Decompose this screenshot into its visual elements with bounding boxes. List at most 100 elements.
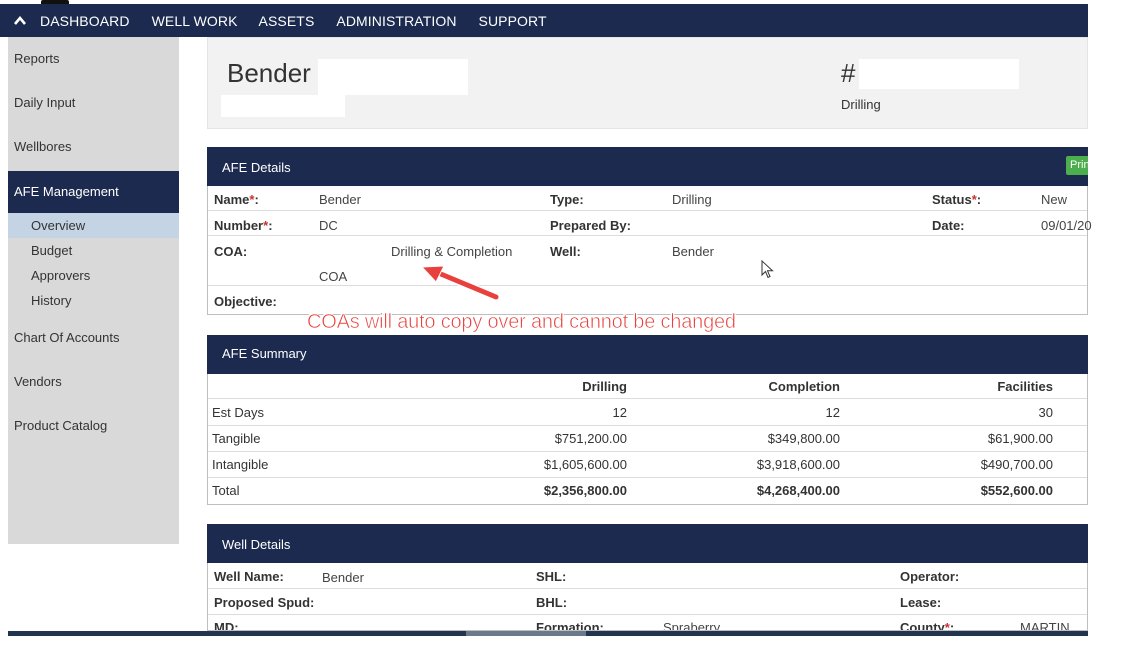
nav-well-work[interactable]: WELL WORK <box>152 13 238 29</box>
name-value: Bender <box>319 192 361 207</box>
formation-label: Formation: <box>536 620 604 631</box>
table-cell: $4,268,400.00 <box>756 483 840 498</box>
sidebar-item-chart-of-accounts[interactable]: Chart Of Accounts <box>14 330 120 345</box>
sidebar-item-vendors[interactable]: Vendors <box>14 374 62 389</box>
table-cell: $3,918,600.00 <box>756 457 840 472</box>
nav-support[interactable]: SUPPORT <box>479 13 547 29</box>
shl-label: SHL: <box>536 569 567 584</box>
panel-title: AFE Summary <box>222 346 307 361</box>
sidebar-item-label: AFE Management <box>14 184 119 199</box>
name-label: Name*: <box>214 192 259 207</box>
afe-type-subtitle: Drilling <box>841 97 881 112</box>
horizontal-scrollbar[interactable] <box>8 631 1088 636</box>
row-divider <box>208 210 1087 211</box>
table-cell: 30 <box>1038 405 1053 420</box>
row-divider <box>208 398 1087 399</box>
collapse-caret-icon[interactable] <box>0 16 40 25</box>
row-divider <box>208 285 1087 286</box>
objective-label: Objective: <box>214 294 277 309</box>
table-row-label: Tangible <box>212 431 261 446</box>
table-row-label: Total <box>212 483 240 498</box>
date-value: 09/01/20 <box>1041 218 1092 233</box>
table-cell: $552,600.00 <box>980 483 1053 498</box>
table-cell: $751,200.00 <box>554 431 627 446</box>
coa-value-line2: COA <box>319 269 348 284</box>
redacted-block <box>859 59 1019 89</box>
coa-label: COA: <box>214 244 248 259</box>
table-cell: $2,356,800.00 <box>543 483 627 498</box>
print-button[interactable]: Prin <box>1066 156 1088 175</box>
sidebar-subitem-budget[interactable]: Budget <box>8 238 179 263</box>
status-label: Status*: <box>932 192 982 207</box>
sidebar-subitem-label: Overview <box>31 218 86 233</box>
afe-summary-table: Drilling Completion Facilities Est Days … <box>207 374 1088 505</box>
proposed-spud-label: Proposed Spud: <box>214 595 315 610</box>
row-divider <box>208 235 1087 236</box>
sidebar-subitem-approvers[interactable]: Approvers <box>8 263 179 288</box>
sidebar-subitem-overview[interactable]: Overview <box>8 213 179 238</box>
well-details-body: Well Name: Bender SHL: Operator: Propose… <box>207 563 1088 631</box>
sidebar-item-daily-input[interactable]: Daily Input <box>14 95 75 110</box>
table-cell: $1,605,600.00 <box>543 457 627 472</box>
sidebar-subitem-label: History <box>31 293 72 308</box>
afe-header-card: Bender # Drilling <box>207 37 1088 129</box>
table-cell: 12 <box>612 405 627 420</box>
mouse-cursor-icon <box>761 260 774 279</box>
operator-label: Operator: <box>900 569 960 584</box>
date-label: Date: <box>932 218 965 233</box>
bhl-label: BHL: <box>536 595 568 610</box>
well-name-label: Well Name: <box>214 569 284 584</box>
redacted-block <box>221 95 345 117</box>
column-header: Drilling <box>582 379 627 394</box>
nav-administration[interactable]: ADMINISTRATION <box>336 13 456 29</box>
column-header: Facilities <box>997 379 1053 394</box>
row-divider <box>208 614 1087 615</box>
sidebar-subitem-history[interactable]: History <box>8 288 179 313</box>
well-label: Well: <box>550 244 581 259</box>
sidebar-item-reports[interactable]: Reports <box>14 51 60 66</box>
well-value: Bender <box>672 244 714 259</box>
panel-title: AFE Details <box>222 160 291 175</box>
panel-title: Well Details <box>222 537 291 552</box>
annotation-arrow-icon <box>420 265 500 301</box>
afe-details-body: Name*: Bender Type: Drilling Status*: Ne… <box>207 186 1092 315</box>
type-value: Drilling <box>672 192 712 207</box>
md-label: MD: <box>214 620 239 631</box>
table-row-label: Est Days <box>212 405 265 420</box>
row-divider <box>208 451 1087 452</box>
nav-assets[interactable]: ASSETS <box>259 13 315 29</box>
afe-summary-header: AFE Summary <box>207 335 1088 374</box>
afe-details-header: AFE Details Prin <box>207 147 1088 186</box>
sidebar-subitem-label: Budget <box>31 243 73 258</box>
column-header: Completion <box>768 379 841 394</box>
prepared-by-label: Prepared By: <box>550 218 631 233</box>
row-divider <box>208 477 1087 478</box>
county-label: County*: <box>900 620 955 631</box>
top-nav: DASHBOARD WELL WORK ASSETS ADMINISTRATIO… <box>0 4 1088 37</box>
sidebar-item-afe-management[interactable]: AFE Management <box>8 171 179 213</box>
row-divider <box>208 588 1087 589</box>
status-value: New <box>1041 192 1068 207</box>
table-cell: $349,800.00 <box>767 431 840 446</box>
formation-value: Spraberry <box>663 620 721 631</box>
redacted-block <box>318 59 468 95</box>
well-name-value: Bender <box>322 570 364 585</box>
page-title: Bender <box>227 58 311 88</box>
scrollbar-thumb[interactable] <box>466 631 586 636</box>
type-label: Type: <box>550 192 584 207</box>
coa-value: Drilling & Completion <box>391 244 513 259</box>
sidebar-subitem-label: Approvers <box>31 268 91 283</box>
row-divider <box>208 425 1087 426</box>
sidebar-item-wellbores[interactable]: Wellbores <box>14 139 72 154</box>
well-details-header: Well Details <box>207 524 1088 563</box>
annotation-text: COAs will auto copy over and cannot be c… <box>307 311 737 334</box>
sidebar: Reports Daily Input Wellbores AFE Manage… <box>8 37 179 544</box>
table-row-label: Intangible <box>212 457 269 472</box>
table-cell: $490,700.00 <box>980 457 1053 472</box>
afe-number-hash: # <box>841 58 856 88</box>
table-cell: $61,900.00 <box>987 431 1053 446</box>
table-cell: 12 <box>825 405 840 420</box>
county-value: MARTIN <box>1020 620 1070 631</box>
sidebar-item-product-catalog[interactable]: Product Catalog <box>14 418 107 433</box>
nav-dashboard[interactable]: DASHBOARD <box>40 13 130 29</box>
